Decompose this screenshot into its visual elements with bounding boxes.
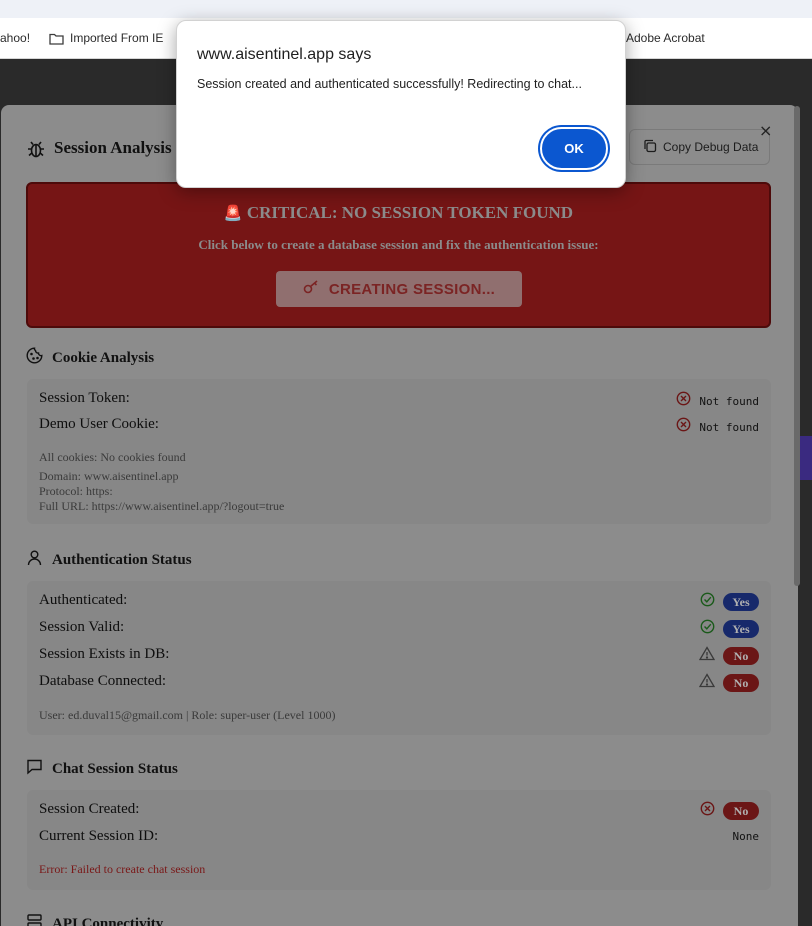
no-badge: No — [723, 647, 759, 665]
user-icon — [26, 549, 43, 571]
current-session-id-value: None — [732, 830, 760, 843]
database-connected-status: No — [698, 673, 759, 693]
session-exists-label: Session Exists in DB: — [39, 646, 170, 662]
bug-icon — [26, 139, 46, 164]
section-title: Authentication Status — [52, 551, 192, 568]
section-title: Chat Session Status — [52, 760, 178, 777]
alert-message: Session created and authenticated succes… — [197, 77, 582, 91]
domain-text: Domain: www.aisentinel.app — [39, 469, 179, 483]
database-connected-label: Database Connected: — [39, 673, 167, 689]
yes-badge: Yes — [723, 620, 759, 638]
no-badge: No — [723, 802, 759, 820]
chat-session-status-card: Session Created: No Current Session ID: … — [27, 790, 771, 890]
authentication-status-card: Authenticated: Yes Session Valid: Yes Se… — [27, 581, 771, 735]
x-circle-icon — [676, 417, 691, 437]
session-exists-status: No — [698, 646, 759, 666]
create-session-label: CREATING SESSION... — [328, 280, 496, 298]
protocol-text: Protocol: https: — [39, 484, 113, 498]
warning-icon — [698, 673, 716, 693]
api-connectivity-heading: API Connectivity — [26, 913, 163, 926]
full-url-text: Full URL: https://www.aisentinel.app/?lo… — [39, 499, 285, 513]
session-valid-status: Yes — [700, 619, 759, 639]
all-cookies-text: All cookies: No cookies found — [39, 450, 186, 464]
current-session-id-status: None — [733, 830, 760, 843]
session-analysis-modal: Session Analysis Copy Debug Data × 🚨 CRI… — [1, 105, 798, 926]
bookmark-label: ahoo! — [0, 31, 31, 45]
cookie-analysis-card: Session Token: Not found Demo User Cooki… — [27, 379, 771, 524]
bookmark-imported-from-ie[interactable]: Imported From IE — [49, 31, 163, 45]
session-created-label: Session Created: — [39, 801, 140, 817]
session-token-status: Not found — [676, 391, 759, 411]
folder-icon — [49, 32, 64, 45]
no-badge: No — [723, 674, 759, 692]
check-circle-icon — [700, 619, 715, 639]
warning-icon — [698, 646, 716, 666]
x-circle-icon — [676, 391, 691, 411]
yes-badge: Yes — [723, 593, 759, 611]
bookmark-yahoo[interactable]: ahoo! — [0, 31, 30, 45]
close-icon[interactable]: × — [759, 123, 772, 139]
create-session-button[interactable]: CREATING SESSION... — [276, 271, 522, 307]
cookie-icon — [26, 347, 43, 369]
section-title: Cookie Analysis — [52, 349, 155, 366]
section-title: API Connectivity — [52, 915, 164, 926]
key-icon — [303, 280, 321, 298]
authenticated-status: Yes — [700, 592, 759, 612]
copy-debug-data-button[interactable]: Copy Debug Data — [629, 129, 770, 165]
cookie-analysis-heading: Cookie Analysis — [26, 347, 154, 369]
copy-icon — [643, 139, 657, 156]
demo-user-cookie-status: Not found — [676, 417, 759, 437]
user-info-text: User: ed.duval15@gmail.com | Role: super… — [39, 708, 336, 722]
x-circle-icon — [700, 801, 715, 821]
server-icon — [26, 913, 43, 926]
critical-title: 🚨 CRITICAL: NO SESSION TOKEN FOUND — [28, 203, 769, 223]
critical-banner: 🚨 CRITICAL: NO SESSION TOKEN FOUND Click… — [26, 182, 771, 328]
session-created-status: No — [700, 801, 759, 821]
current-session-id-label: Current Session ID: — [39, 828, 159, 844]
session-valid-label: Session Valid: — [39, 619, 125, 635]
bookmark-label: Adobe Acrobat — [626, 31, 705, 45]
bookmark-label: Imported From IE — [70, 31, 164, 45]
copy-button-label: Copy Debug Data — [663, 140, 759, 154]
check-circle-icon — [700, 592, 715, 612]
modal-title: Session Analysis — [54, 138, 172, 157]
critical-subtitle: Click below to create a database session… — [198, 237, 599, 252]
authentication-status-heading: Authentication Status — [26, 549, 192, 571]
demo-user-cookie-label: Demo User Cookie: — [39, 416, 159, 432]
browser-top-strip — [0, 0, 812, 18]
session-token-label: Session Token: — [39, 390, 130, 406]
demo-user-cookie-value: Not found — [699, 420, 759, 434]
ok-button[interactable]: OK — [540, 127, 608, 170]
critical-title-text: CRITICAL: NO SESSION TOKEN FOUND — [246, 203, 574, 222]
browser-alert-dialog: www.aisentinel.app says Session created … — [176, 20, 626, 188]
siren-icon: 🚨 — [223, 204, 243, 222]
alert-title: www.aisentinel.app says — [197, 46, 372, 63]
bookmark-adobe-acrobat[interactable]: Adobe Acrobat — [626, 31, 705, 45]
session-token-value: Not found — [699, 394, 759, 408]
message-icon — [26, 758, 43, 780]
page-accent-strip — [800, 436, 812, 480]
chat-error-text: Error: Failed to create chat session — [39, 862, 206, 876]
modal-scrollbar[interactable] — [794, 106, 800, 586]
chat-session-status-heading: Chat Session Status — [26, 758, 178, 780]
authenticated-label: Authenticated: — [39, 592, 128, 608]
